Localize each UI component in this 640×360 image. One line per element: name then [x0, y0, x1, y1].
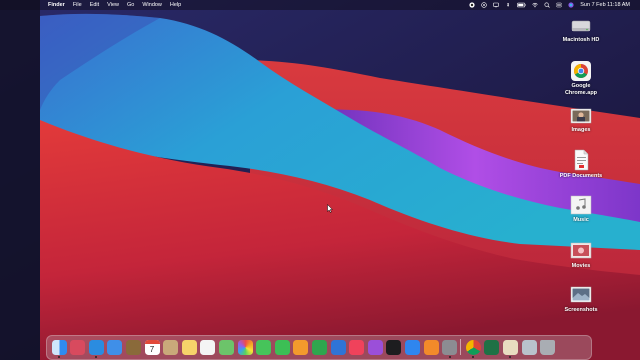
- menu-go[interactable]: Go: [127, 2, 134, 8]
- system-preferences-icon[interactable]: [442, 339, 458, 355]
- desktop-item-label: Screenshots: [564, 307, 598, 313]
- menu-help[interactable]: Help: [170, 2, 181, 8]
- photos-icon[interactable]: [237, 339, 253, 355]
- contacts-icon[interactable]: [163, 339, 179, 355]
- pages-icon[interactable]: [293, 339, 309, 355]
- reminders-icon[interactable]: [200, 339, 216, 355]
- chrome-icon: [571, 61, 591, 81]
- trash-icon[interactable]: [540, 339, 556, 355]
- desktop-item-label: PDF Documents: [559, 173, 603, 179]
- mouse-pointer-icon: [327, 204, 333, 213]
- running-indicator: [95, 356, 98, 358]
- running-indicator: [509, 356, 512, 358]
- control-center-icon[interactable]: [556, 2, 562, 8]
- desktop-item-label: Images: [571, 127, 591, 133]
- spotlight-search-icon[interactable]: [544, 2, 550, 8]
- finder-window-icon[interactable]: [521, 339, 537, 355]
- desktop-item-label: Google Chrome.app: [564, 83, 598, 96]
- desktop-item-pdf-documents[interactable]: PDF Documents: [556, 148, 606, 180]
- maps-icon[interactable]: [218, 339, 234, 355]
- notes-icon[interactable]: [181, 339, 197, 355]
- preview-icon[interactable]: [502, 339, 518, 355]
- dock: 7: [46, 335, 592, 360]
- safari-icon[interactable]: [88, 339, 104, 355]
- screen-record-icon[interactable]: [481, 2, 487, 8]
- numbers-icon[interactable]: [311, 339, 327, 355]
- desktop-item-label: Movies: [571, 263, 591, 269]
- desktop-item-label: Music: [573, 217, 589, 223]
- movies-folder-icon: [570, 242, 592, 259]
- running-indicator: [58, 356, 60, 358]
- podcasts-icon[interactable]: [367, 339, 383, 355]
- hard-drive-icon: [571, 20, 591, 32]
- apple-tv-icon[interactable]: [386, 339, 402, 355]
- excel-icon[interactable]: [484, 339, 500, 355]
- finder-icon[interactable]: [51, 339, 67, 355]
- messages-icon[interactable]: [256, 339, 272, 355]
- screenshots-folder-icon: [570, 286, 592, 303]
- screen-mirror-icon[interactable]: [493, 2, 500, 8]
- pdf-documents-icon: [574, 149, 589, 171]
- mail-icon[interactable]: [107, 339, 123, 355]
- chrome-icon[interactable]: [465, 339, 481, 355]
- desktop-item-images[interactable]: Images: [556, 106, 606, 134]
- desktop-item-macintosh-hd[interactable]: Macintosh HD: [556, 14, 606, 44]
- menu-edit[interactable]: Edit: [90, 2, 99, 8]
- calendar-icon[interactable]: 7: [144, 339, 160, 355]
- images-folder-icon: [570, 108, 592, 124]
- desktop-item-screenshots[interactable]: Screenshots: [556, 284, 606, 314]
- running-indicator: [448, 356, 451, 358]
- menu-window[interactable]: Window: [142, 2, 162, 8]
- books-icon[interactable]: [423, 339, 439, 355]
- wifi-icon[interactable]: [532, 2, 538, 8]
- keynote-icon[interactable]: [330, 339, 346, 355]
- battery-icon[interactable]: [517, 2, 526, 8]
- menubar-clock[interactable]: Sun 7 Feb 11:18 AM: [580, 2, 630, 8]
- record-icon[interactable]: [469, 2, 475, 8]
- music-folder-icon: [570, 195, 592, 215]
- menu-file[interactable]: File: [73, 2, 82, 8]
- desktop-item-google-chrome[interactable]: Google Chrome.app: [556, 60, 606, 96]
- launchpad-icon[interactable]: [70, 339, 86, 355]
- notes-brown-icon[interactable]: [125, 339, 141, 355]
- facetime-icon[interactable]: [274, 339, 290, 355]
- menu-view[interactable]: View: [107, 2, 119, 8]
- menu-bar: Finder File Edit View Go Window Help Sun…: [0, 0, 640, 10]
- desktop-item-movies[interactable]: Movies: [556, 240, 606, 270]
- bluetooth-icon[interactable]: [505, 2, 511, 8]
- menu-finder[interactable]: Finder: [48, 2, 65, 8]
- running-indicator: [472, 356, 475, 358]
- dock-separator: [459, 339, 461, 355]
- app-store-icon[interactable]: [404, 339, 420, 355]
- desktop-item-label: Macintosh HD: [562, 37, 600, 43]
- desktop-wallpaper: [0, 0, 640, 360]
- siri-icon[interactable]: [568, 2, 574, 8]
- status-area: Sun 7 Feb 11:18 AM: [469, 0, 630, 10]
- music-icon[interactable]: [349, 339, 365, 355]
- desktop-item-music[interactable]: Music: [556, 194, 606, 224]
- calendar-day: 7: [149, 344, 155, 354]
